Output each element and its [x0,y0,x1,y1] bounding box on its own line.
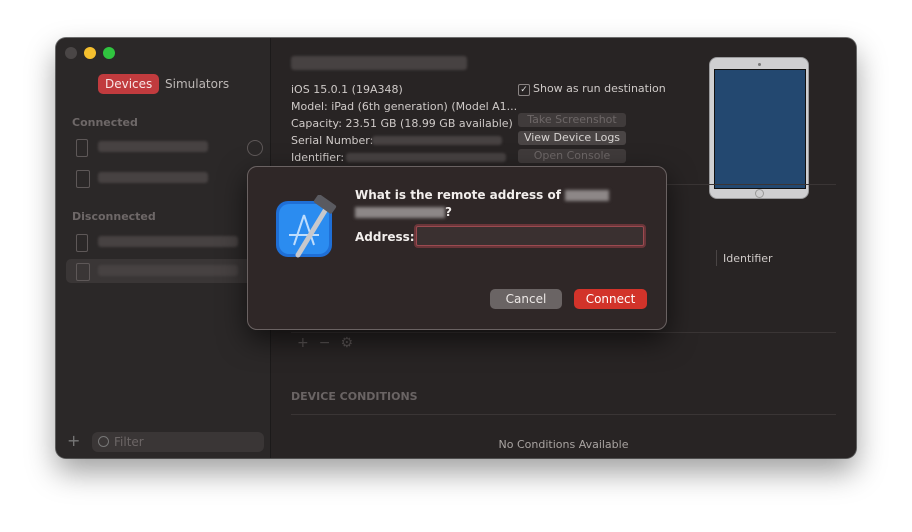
ios-version: iOS 15.0.1 (19A348) [291,83,403,96]
show-as-run-destination-label: Show as run destination [533,82,666,95]
iphone-icon [76,139,88,157]
iphone-icon [76,234,88,252]
serial-number-label: Serial Number: [291,134,374,147]
connected-section-header: Connected [72,116,138,129]
remove-icon[interactable]: − [319,335,331,351]
redacted-identifier [346,153,506,162]
home-button-icon [755,189,764,198]
redacted-serial [372,136,502,145]
zoom-window-button[interactable] [103,47,115,59]
redacted-name [565,190,610,201]
disconnected-device-row-selected[interactable] [66,259,262,283]
redacted-device-name [98,172,208,183]
model-info: Model: iPad (6th generation) (Model A1..… [291,100,518,113]
disconnected-device-row[interactable] [66,230,262,254]
camera-dot [758,63,761,66]
divider [291,414,836,415]
dialog-title: What is the remote address of ? [355,187,655,221]
address-input[interactable] [416,226,644,246]
redacted-device-name [98,265,238,276]
identifier-column-header[interactable]: Identifier [723,252,773,265]
redacted-device-title [291,56,467,70]
xcode-app-icon [276,195,337,258]
connect-button[interactable]: Connect [574,289,647,309]
device-conditions-heading: DEVICE CONDITIONS [291,390,418,403]
redacted-device-name [98,236,238,247]
disconnected-section-header: Disconnected [72,210,156,223]
dialog-title-text: What is the remote address of [355,188,561,202]
address-label: Address: [355,230,415,244]
tab-devices[interactable]: Devices [98,74,160,94]
table-toolbar: + − ⚙ [297,335,363,351]
no-conditions-text: No Conditions Available [498,438,629,451]
ipad-screen [714,69,806,189]
ipad-icon [76,263,90,281]
network-globe-icon [247,140,263,156]
take-screenshot-button[interactable]: Take Screenshot [518,113,626,127]
minimize-window-button[interactable] [84,47,96,59]
identifier-label: Identifier: [291,151,345,164]
gear-icon[interactable]: ⚙ [340,335,353,351]
filter-icon [98,436,109,447]
close-window-button[interactable] [65,47,77,59]
ipad-device-image [709,57,809,199]
column-separator [716,250,717,266]
filter-placeholder: Filter [114,435,144,449]
redacted-device-name [98,141,208,152]
view-device-logs-button[interactable]: View Device Logs [518,131,626,145]
redacted-name [355,207,445,218]
add-icon[interactable]: + [297,335,309,351]
filter-field[interactable]: Filter [92,432,264,452]
divider [291,332,836,333]
add-device-button[interactable]: + [67,431,80,450]
sidebar: Devices Simulators Connected Disconnecte… [56,38,271,458]
cancel-button[interactable]: Cancel [490,289,562,309]
open-console-button[interactable]: Open Console [518,149,626,163]
connected-device-row[interactable] [66,135,263,159]
dialog-title-suffix: ? [445,205,452,219]
ipad-icon [76,170,90,188]
remote-address-dialog: What is the remote address of ? Address:… [247,166,667,330]
show-as-run-destination-checkbox[interactable]: ✓ [518,84,530,96]
connected-device-row[interactable] [66,166,263,190]
capacity-info: Capacity: 23.51 GB (18.99 GB available) [291,117,513,130]
tab-simulators[interactable]: Simulators [158,74,236,94]
